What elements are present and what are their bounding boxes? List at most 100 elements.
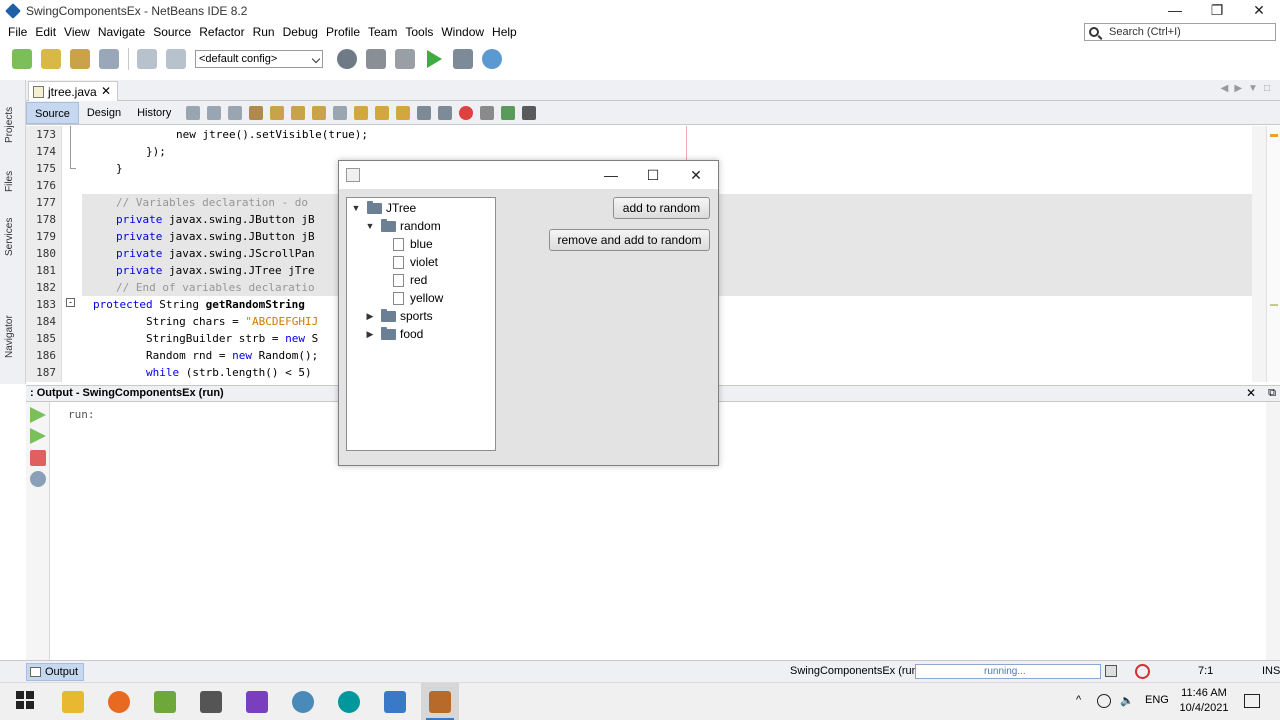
add-to-random-button[interactable]: add to random bbox=[613, 197, 710, 219]
tab-source[interactable]: Source bbox=[26, 101, 79, 124]
expanded-arrow-icon[interactable]: ▼ bbox=[365, 221, 375, 231]
menu-source[interactable]: Source bbox=[149, 25, 195, 39]
collapsed-arrow-icon[interactable]: ▶ bbox=[365, 329, 375, 340]
run-icon[interactable] bbox=[427, 50, 442, 68]
rerun-with-params-icon[interactable] bbox=[30, 428, 46, 444]
system-clock[interactable]: 11:46 AM 10/4/2021 bbox=[1172, 686, 1236, 716]
navigator-tab[interactable]: Navigator bbox=[4, 310, 22, 364]
firefox-icon[interactable] bbox=[108, 691, 130, 713]
arduino-icon[interactable] bbox=[338, 691, 360, 713]
find-next-icon[interactable] bbox=[291, 105, 306, 120]
last-edit-icon[interactable] bbox=[186, 105, 201, 120]
notifications-icon[interactable] bbox=[1135, 664, 1150, 679]
collapsed-arrow-icon[interactable]: ▶ bbox=[365, 311, 375, 322]
clean-build-icon[interactable] bbox=[395, 49, 415, 69]
output-scrollbar[interactable] bbox=[1266, 402, 1280, 660]
start-macro-icon[interactable] bbox=[459, 105, 474, 120]
visual-studio-icon[interactable] bbox=[246, 691, 268, 713]
tab-navigation-icon[interactable]: ◀▶▼□ bbox=[1221, 83, 1276, 94]
find-previous-icon[interactable] bbox=[270, 105, 285, 120]
change-marker[interactable] bbox=[1270, 304, 1278, 306]
window-restore-button[interactable]: ❐ bbox=[1195, 0, 1239, 22]
video-editor-icon[interactable] bbox=[200, 691, 222, 713]
windows-start-icon[interactable] bbox=[16, 691, 38, 713]
file-explorer-icon[interactable] bbox=[62, 691, 84, 713]
screen-capture-icon[interactable] bbox=[292, 691, 314, 713]
projects-tab[interactable]: Projects bbox=[4, 102, 22, 148]
redo-icon[interactable] bbox=[166, 49, 186, 69]
shift-right-icon[interactable] bbox=[438, 105, 453, 120]
debug-icon[interactable] bbox=[453, 49, 473, 69]
settings-icon[interactable] bbox=[30, 471, 46, 487]
new-project-icon[interactable] bbox=[41, 49, 61, 69]
progress-bar[interactable]: running... bbox=[915, 664, 1101, 679]
build-hammer-icon[interactable] bbox=[366, 49, 386, 69]
dialog-maximize-button[interactable]: ☐ bbox=[638, 165, 668, 185]
rerun-icon[interactable] bbox=[30, 407, 46, 423]
profile-icon[interactable] bbox=[482, 49, 502, 69]
close-output-icon[interactable]: ✕ bbox=[1246, 386, 1256, 401]
previous-bookmark-icon[interactable] bbox=[354, 105, 369, 120]
expanded-arrow-icon[interactable]: ▼ bbox=[351, 203, 361, 213]
java-app-icon[interactable] bbox=[429, 691, 451, 713]
menu-run[interactable]: Run bbox=[249, 25, 279, 39]
menu-profile[interactable]: Profile bbox=[322, 25, 364, 39]
menu-refactor[interactable]: Refactor bbox=[195, 25, 248, 39]
close-tab-icon[interactable]: ✕ bbox=[101, 84, 111, 98]
tree-node-sports[interactable]: ▶ sports bbox=[365, 307, 433, 325]
tab-design[interactable]: Design bbox=[79, 102, 129, 124]
dialog-minimize-button[interactable]: — bbox=[596, 165, 626, 185]
maximize-output-icon[interactable]: ⧉ bbox=[1268, 386, 1276, 401]
dialog-close-button[interactable]: ✕ bbox=[681, 165, 711, 185]
virtualbox-icon[interactable] bbox=[384, 691, 406, 713]
editor-tab-jtree[interactable]: jtree.java ✕ bbox=[28, 81, 118, 101]
tree-leaf-blue[interactable]: blue bbox=[393, 235, 433, 253]
selection-icon[interactable] bbox=[333, 105, 348, 120]
undo-icon[interactable] bbox=[137, 49, 157, 69]
menu-file[interactable]: File bbox=[4, 25, 31, 39]
config-select[interactable]: <default config> bbox=[195, 50, 323, 68]
menu-team[interactable]: Team bbox=[364, 25, 401, 39]
forward-icon[interactable] bbox=[228, 105, 243, 120]
tab-history[interactable]: History bbox=[129, 102, 179, 124]
new-file-icon[interactable] bbox=[12, 49, 32, 69]
window-close-button[interactable]: ✕ bbox=[1237, 0, 1280, 22]
next-bookmark-icon[interactable] bbox=[375, 105, 390, 120]
window-minimize-button[interactable]: — bbox=[1153, 0, 1197, 22]
menu-debug[interactable]: Debug bbox=[279, 25, 322, 39]
shift-left-icon[interactable] bbox=[417, 105, 432, 120]
volume-icon[interactable]: 🔈 bbox=[1120, 694, 1134, 707]
tree-leaf-yellow[interactable]: yellow bbox=[393, 289, 443, 307]
toggle-highlight-icon[interactable] bbox=[312, 105, 327, 120]
stop-icon[interactable] bbox=[30, 450, 46, 466]
menu-help[interactable]: Help bbox=[488, 25, 521, 39]
remove-and-add-button[interactable]: remove and add to random bbox=[549, 229, 710, 251]
files-tab[interactable]: Files bbox=[4, 166, 22, 196]
tray-chevron-icon[interactable]: ^ bbox=[1076, 694, 1081, 706]
toggle-bookmark-icon[interactable] bbox=[396, 105, 411, 120]
menu-navigate[interactable]: Navigate bbox=[94, 25, 149, 39]
menu-view[interactable]: View bbox=[60, 25, 94, 39]
menu-tools[interactable]: Tools bbox=[401, 25, 437, 39]
globe-icon[interactable] bbox=[337, 49, 357, 69]
uncomment-icon[interactable] bbox=[522, 105, 537, 120]
services-tab[interactable]: Services bbox=[4, 214, 22, 260]
language-indicator[interactable]: ENG bbox=[1145, 694, 1169, 706]
stop-macro-icon[interactable] bbox=[480, 105, 495, 120]
cancel-task-icon[interactable] bbox=[1105, 665, 1117, 677]
tree-node-food[interactable]: ▶ food bbox=[365, 325, 423, 343]
back-icon[interactable] bbox=[207, 105, 222, 120]
comment-icon[interactable] bbox=[501, 105, 516, 120]
editor-scrollbar[interactable] bbox=[1252, 126, 1266, 382]
fold-collapse-icon[interactable]: - bbox=[66, 298, 75, 307]
tree-node-random[interactable]: ▼ random bbox=[365, 217, 441, 235]
tree-leaf-violet[interactable]: violet bbox=[393, 253, 438, 271]
output-window-tab[interactable]: Output bbox=[26, 663, 84, 681]
save-all-icon[interactable] bbox=[99, 49, 119, 69]
action-center-icon[interactable] bbox=[1244, 694, 1260, 708]
find-icon[interactable] bbox=[249, 105, 264, 120]
menu-edit[interactable]: Edit bbox=[31, 25, 60, 39]
warning-marker[interactable] bbox=[1270, 134, 1278, 137]
search-input[interactable]: Search (Ctrl+I) bbox=[1084, 23, 1276, 41]
notepad-plus-icon[interactable] bbox=[154, 691, 176, 713]
